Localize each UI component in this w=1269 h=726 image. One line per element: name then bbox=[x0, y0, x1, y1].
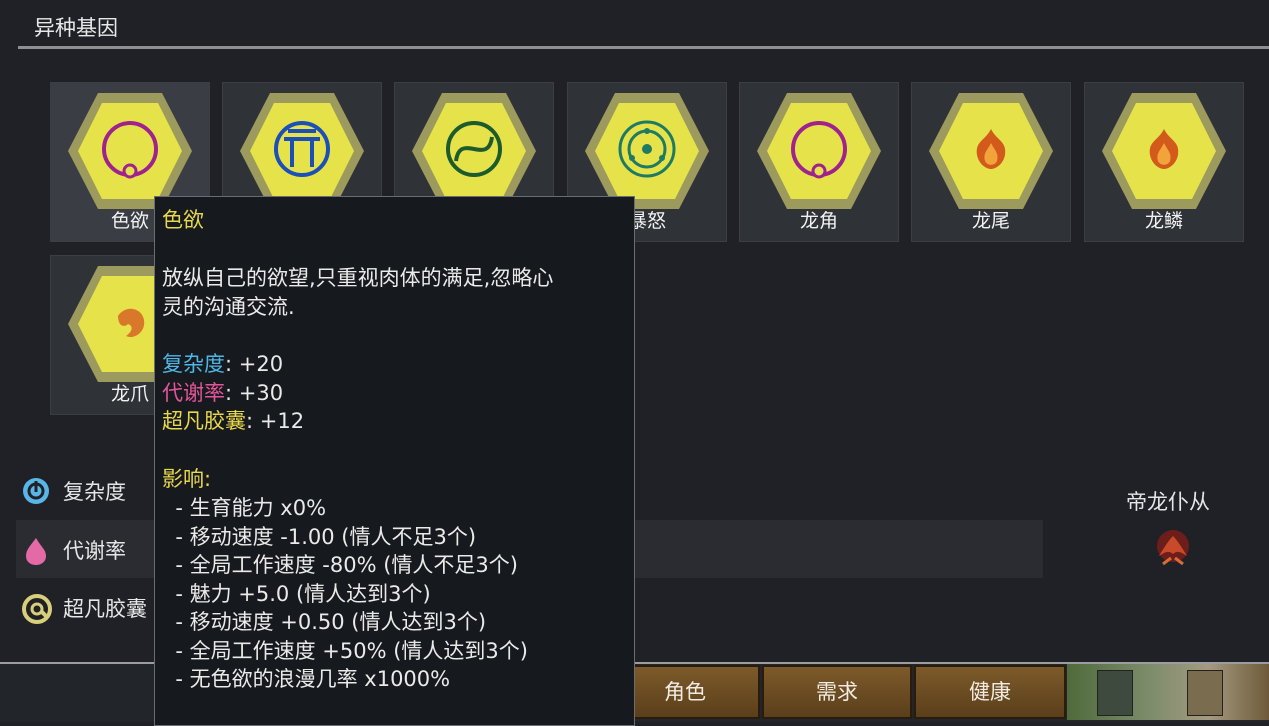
tooltip-complexity: 复杂度: +20 bbox=[162, 350, 283, 379]
tooltip-description: 灵的沟通交流. bbox=[162, 295, 295, 319]
section-divider bbox=[18, 46, 1269, 49]
gene-card-dragon-tail[interactable]: 龙尾 bbox=[911, 82, 1071, 242]
tooltip-metabolism: 代谢率: +30 bbox=[162, 379, 283, 408]
map-structure bbox=[1187, 670, 1223, 716]
tooltip-archite-value: : +12 bbox=[246, 409, 305, 433]
tooltip-complexity-label: 复杂度 bbox=[162, 352, 225, 376]
gene-hex-frame bbox=[68, 93, 192, 209]
tooltip-metabolism-label: 代谢率 bbox=[162, 381, 225, 405]
dragon-emblem-icon[interactable] bbox=[1151, 526, 1195, 570]
tooltip-metabolism-value: : +30 bbox=[225, 381, 284, 405]
gene-card-dragon-horn[interactable]: 龙角 bbox=[739, 82, 899, 242]
complexity-label: 复杂度 bbox=[63, 480, 126, 504]
archite-label: 超凡胶囊 bbox=[63, 597, 147, 621]
tooltip-effect: - 全局工作速度 -80% (情人不足3个) bbox=[162, 553, 518, 577]
tooltip-archite: 超凡胶囊: +12 bbox=[162, 407, 304, 436]
gene-hex-frame bbox=[412, 93, 536, 209]
tooltip-effect: - 魅力 +5.0 (情人达到3个) bbox=[162, 582, 431, 606]
complexity-icon bbox=[23, 478, 49, 504]
tooltip-archite-label: 超凡胶囊 bbox=[162, 409, 246, 433]
gene-card-dragon-scale[interactable]: 龙鳞 bbox=[1084, 82, 1244, 242]
map-structure bbox=[1097, 670, 1133, 716]
tooltip-effect: - 全局工作速度 +50% (情人达到3个) bbox=[162, 639, 528, 663]
tooltip-description: 放纵自己的欲望,只重视肉体的满足,忽略心 bbox=[162, 266, 554, 290]
metabolism-label: 代谢率 bbox=[63, 539, 126, 563]
tooltip-effect: - 生育能力 x0% bbox=[162, 496, 327, 520]
gene-hex-frame bbox=[585, 93, 709, 209]
archite-capsule-icon bbox=[22, 594, 52, 624]
gene-label: 龙角 bbox=[799, 210, 838, 232]
tooltip-effect: - 移动速度 +0.50 (情人达到3个) bbox=[162, 610, 487, 634]
tooltip-effect: - 移动速度 -1.00 (情人不足3个) bbox=[162, 525, 477, 549]
gene-hex-frame bbox=[1102, 93, 1226, 209]
tab-health[interactable]: 健康 bbox=[914, 665, 1066, 719]
tooltip-effect: - 无色欲的浪漫几率 x1000% bbox=[162, 667, 451, 691]
tab-needs[interactable]: 需求 bbox=[762, 665, 912, 719]
tooltip-effects-title: 影响: bbox=[162, 467, 212, 491]
section-title: 异种基因 bbox=[34, 16, 118, 40]
xenotype-name: 帝龙仆从 bbox=[1126, 490, 1210, 514]
gene-hex-frame bbox=[757, 93, 881, 209]
gene-hex-frame bbox=[240, 93, 364, 209]
tooltip-complexity-value: : +20 bbox=[225, 352, 284, 376]
tooltip-title: 色欲 bbox=[162, 208, 204, 232]
gene-tooltip: 色欲 放纵自己的欲望,只重视肉体的满足,忽略心 灵的沟通交流. 复杂度: +20… bbox=[154, 196, 635, 726]
gene-hex-frame bbox=[929, 93, 1053, 209]
triskele-circle-icon bbox=[618, 120, 676, 178]
metabolism-icon bbox=[26, 538, 46, 565]
game-map-view[interactable] bbox=[1067, 664, 1269, 720]
gene-label: 龙尾 bbox=[971, 210, 1010, 232]
gene-label: 龙鳞 bbox=[1144, 210, 1183, 232]
